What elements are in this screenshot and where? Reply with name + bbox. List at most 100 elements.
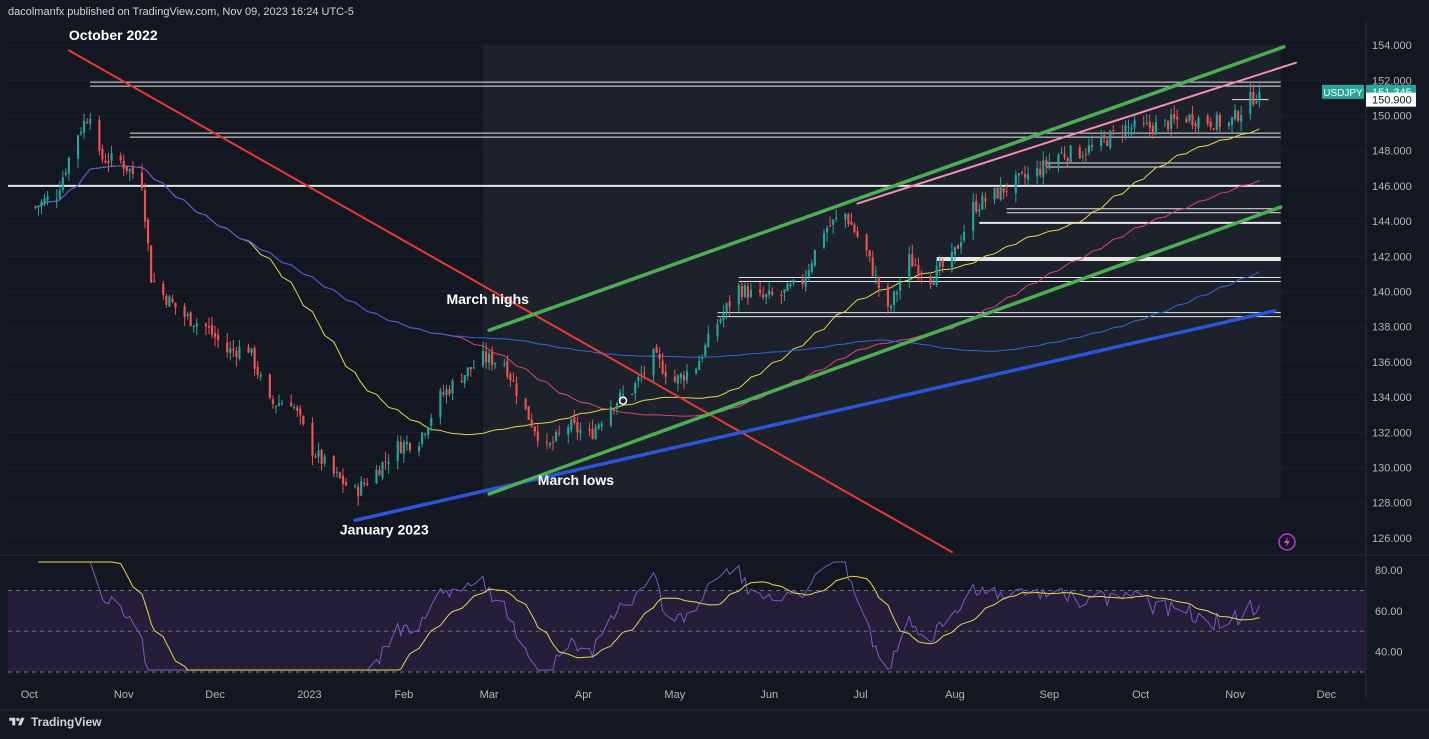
candle-body [171, 298, 174, 303]
candle-body [789, 284, 792, 287]
candle-body [55, 198, 58, 200]
candle-body [1234, 109, 1237, 120]
candle-body [299, 408, 302, 416]
candle-body [1084, 153, 1087, 155]
candle-body [868, 249, 871, 257]
candle-body [238, 346, 241, 359]
candle-body [46, 196, 49, 201]
lightning-icon[interactable] [1278, 533, 1296, 551]
candle-body [813, 249, 816, 266]
candle-body [150, 245, 153, 283]
candle-body [832, 219, 835, 225]
candle-body [235, 351, 238, 357]
candle-body [1100, 136, 1103, 146]
candle-body [107, 161, 110, 163]
candle-body [704, 344, 707, 356]
candle-body [1240, 115, 1243, 122]
candle-body [975, 200, 978, 212]
candle-body [515, 383, 518, 396]
candle-body [1023, 174, 1027, 178]
candle-body [210, 325, 214, 335]
candle-body [743, 285, 746, 297]
candle-body [226, 342, 229, 353]
candle-body [783, 289, 786, 293]
candle-body [963, 232, 966, 241]
candle-body [104, 160, 107, 163]
candle-body [131, 167, 134, 175]
candle-body [43, 198, 46, 204]
candle-body [101, 148, 104, 160]
candle-body [877, 276, 880, 289]
candle-body [956, 245, 960, 249]
price-axis-tick: 128.000 [1372, 498, 1412, 510]
candle-body [378, 469, 381, 476]
time-axis-tick: Nov [114, 689, 134, 701]
candle-body [375, 469, 378, 484]
chart-canvas[interactable]: October 2022 March highs March lows January… [0, 0, 1429, 739]
candle-body [1173, 114, 1176, 119]
candle-body [189, 312, 192, 326]
candle-body [174, 302, 177, 308]
candle-body [1185, 118, 1188, 123]
candle-body [460, 380, 463, 383]
candle-body [512, 380, 515, 382]
candle-body [1087, 145, 1090, 153]
candle-body [871, 257, 874, 276]
candle-body [1014, 175, 1017, 194]
candle-body [323, 456, 326, 464]
candle-body [1151, 125, 1154, 133]
candle-body [530, 419, 533, 427]
candle-body [232, 348, 235, 351]
candle-body [1148, 121, 1151, 128]
candle-body [917, 265, 920, 276]
candle-body [978, 209, 981, 212]
candle-body [576, 422, 579, 433]
candle-body [676, 375, 679, 384]
candle-body [1106, 140, 1109, 146]
candle-body [1042, 160, 1045, 177]
candle-body [143, 190, 147, 222]
candle-body [271, 399, 274, 404]
price-axis-tick: 140.000 [1372, 287, 1412, 299]
candle-body [588, 429, 591, 431]
candle-body [1121, 132, 1124, 134]
candle-body [780, 295, 783, 297]
price-axis-tick: 126.000 [1372, 533, 1412, 545]
candle-body [366, 483, 369, 485]
candle-body [555, 431, 558, 441]
candle-body [1026, 174, 1030, 180]
candle-body [932, 282, 935, 286]
candle-body [58, 190, 61, 199]
candle-body [972, 202, 975, 231]
candle-body [204, 323, 207, 327]
candle-body [765, 294, 768, 297]
candle-body [719, 319, 722, 323]
time-axis-tick: Apr [575, 689, 592, 701]
candle-body [664, 371, 667, 377]
candle-body [746, 286, 749, 299]
candle-body [701, 357, 704, 359]
candle-body [332, 456, 335, 474]
candle-body [40, 201, 43, 207]
time-axis-tick: Oct [21, 689, 38, 701]
candle-body [89, 119, 92, 124]
candle-body [1066, 158, 1069, 162]
price-axis-tick: 136.000 [1372, 357, 1412, 369]
candle-body [302, 416, 305, 425]
time-axis-tick: Jul [854, 689, 868, 701]
candle-body [1078, 147, 1081, 159]
price-axis-tick: 150.000 [1372, 111, 1412, 123]
candle-body [1036, 168, 1039, 177]
candle-body [341, 475, 344, 485]
candle-body [86, 122, 89, 124]
candle-body [64, 172, 67, 175]
candle-body [381, 462, 384, 478]
annotation-label: March highs [446, 291, 529, 307]
candle-body [643, 372, 646, 374]
candle-body [579, 430, 582, 434]
candle-body [1249, 91, 1252, 114]
tradingview-brand[interactable]: TradingView [8, 715, 101, 729]
candle-body [1167, 121, 1170, 130]
candle-body [1197, 117, 1200, 129]
candle-body [408, 443, 411, 451]
